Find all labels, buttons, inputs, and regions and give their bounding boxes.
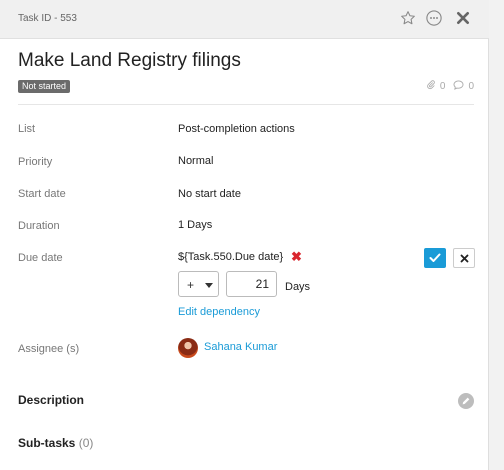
duration-label: Duration bbox=[18, 220, 60, 232]
offset-sign-select[interactable]: + bbox=[178, 271, 219, 297]
offset-unit-label: Days bbox=[285, 281, 311, 293]
star-icon[interactable] bbox=[398, 8, 418, 28]
remove-dependency-icon[interactable]: ✖ bbox=[291, 249, 302, 265]
list-value[interactable]: Post-completion actions bbox=[178, 123, 295, 135]
task-counts: 0 0 bbox=[426, 80, 474, 93]
more-options-icon[interactable] bbox=[424, 8, 444, 28]
task-id: Task ID - 553 bbox=[18, 13, 77, 24]
close-icon bbox=[460, 254, 468, 262]
close-icon[interactable] bbox=[453, 8, 473, 28]
subtasks-label: Sub-tasks bbox=[18, 436, 76, 450]
assignee-name[interactable]: Sahana Kumar bbox=[204, 341, 277, 353]
description-heading: Description bbox=[18, 393, 85, 407]
edit-dependency-link[interactable]: Edit dependency bbox=[178, 306, 260, 318]
edit-icon[interactable] bbox=[458, 393, 474, 409]
priority-label: Priority bbox=[18, 156, 53, 168]
list-label: List bbox=[18, 123, 36, 135]
subtasks-count: (0) bbox=[78, 436, 94, 450]
assignee-label: Assignee (s) bbox=[18, 343, 80, 355]
divider bbox=[18, 104, 474, 105]
start-date-value[interactable]: No start date bbox=[178, 188, 241, 200]
comment-count: 0 bbox=[468, 81, 474, 92]
status-badge: Not started bbox=[18, 80, 71, 93]
attachment-count: 0 bbox=[439, 81, 446, 92]
caret-down-icon bbox=[205, 283, 213, 288]
attachment-icon bbox=[426, 80, 436, 93]
cancel-button[interactable] bbox=[453, 248, 475, 268]
task-title: Make Land Registry filings bbox=[18, 50, 241, 71]
due-date-label: Due date bbox=[18, 252, 63, 264]
start-date-label: Start date bbox=[18, 188, 66, 200]
panel-header: Task ID - 553 bbox=[0, 0, 489, 39]
avatar bbox=[178, 338, 198, 358]
offset-sign-value: + bbox=[187, 278, 195, 292]
priority-value[interactable]: Normal bbox=[178, 155, 213, 167]
task-detail-panel: Task ID - 553 Make Land Registry filings… bbox=[0, 0, 489, 470]
subtasks-heading: Sub-tasks (0) bbox=[18, 436, 93, 450]
check-icon bbox=[429, 253, 441, 262]
due-date-value: ${Task.550.Due date} bbox=[178, 251, 284, 263]
comment-icon bbox=[453, 80, 464, 93]
confirm-button[interactable] bbox=[424, 248, 446, 268]
offset-days-input[interactable] bbox=[226, 271, 277, 297]
duration-value[interactable]: 1 Days bbox=[178, 219, 212, 231]
